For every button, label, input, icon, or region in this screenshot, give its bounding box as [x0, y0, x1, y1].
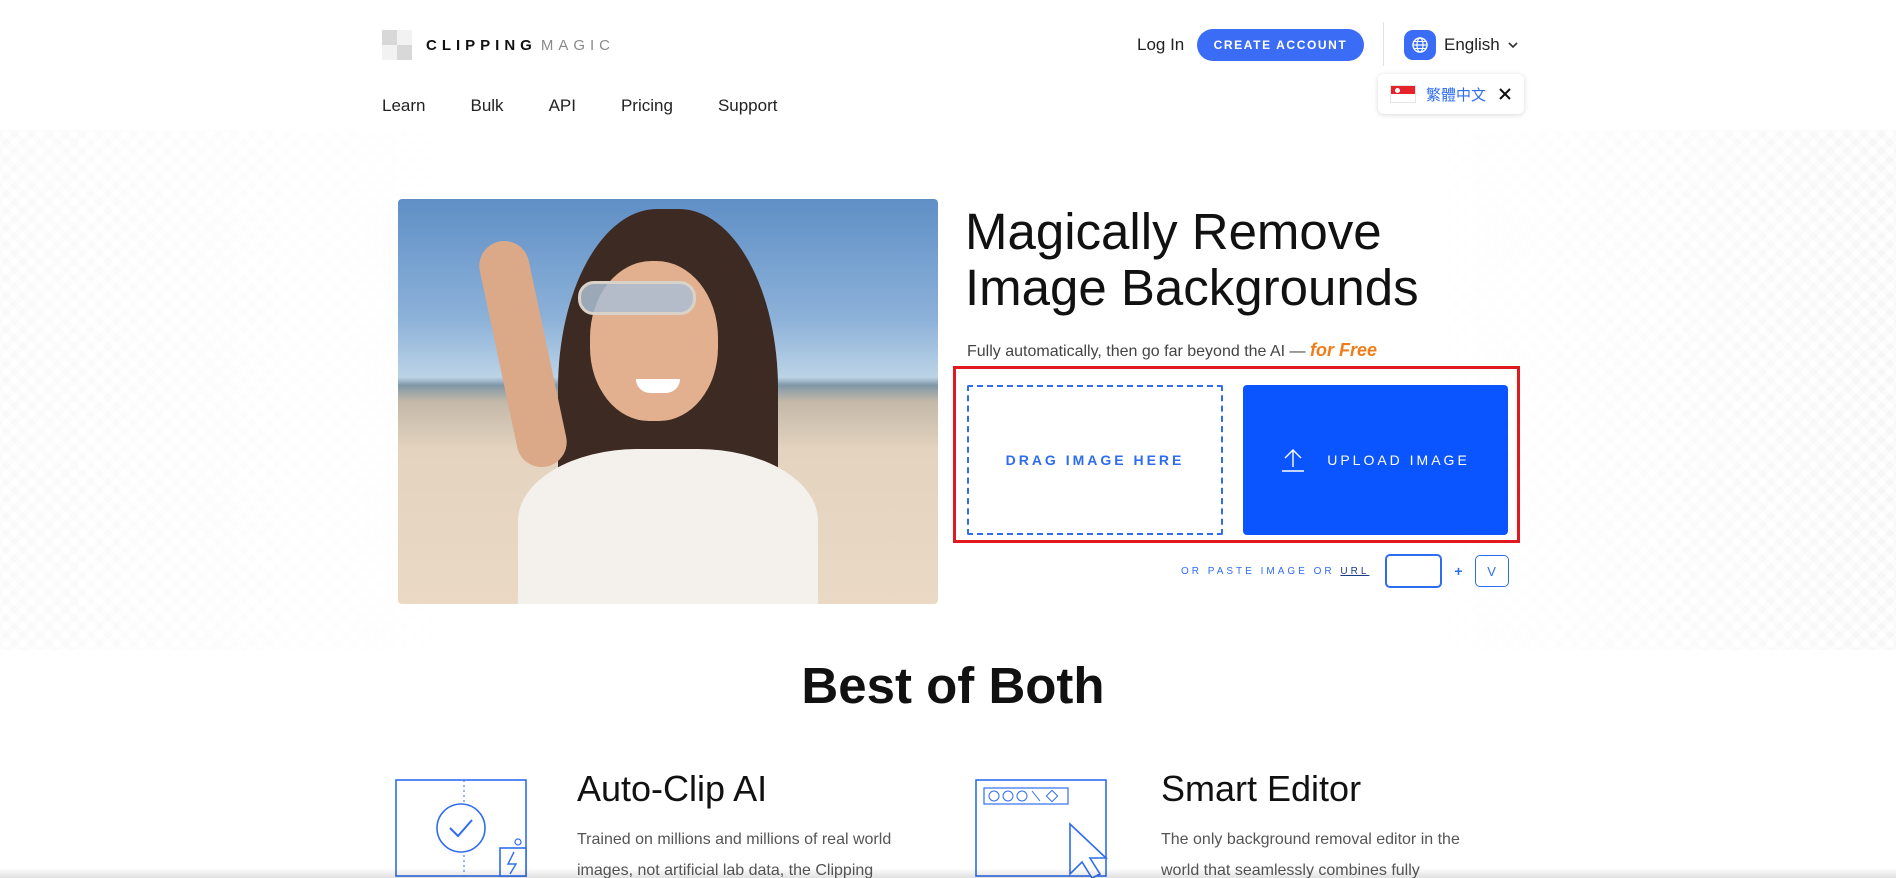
- language-selector[interactable]: English: [1404, 30, 1518, 60]
- hero-subtitle-emphasis: for Free: [1310, 340, 1378, 360]
- logo-text: CLIPPING MAGIC: [426, 37, 615, 54]
- section-title: Best of Both: [801, 657, 1105, 714]
- nav-item-pricing[interactable]: Pricing: [621, 96, 673, 116]
- nav-item-bulk[interactable]: Bulk: [470, 96, 503, 116]
- smart-editor-cursor-icon: [975, 779, 1109, 878]
- close-icon[interactable]: [1498, 87, 1512, 101]
- logo-word-magic: MAGIC: [540, 36, 616, 54]
- logo-mark-icon: [382, 30, 412, 60]
- chevron-down-icon: [1508, 42, 1518, 49]
- singapore-flag-icon: [1390, 85, 1416, 103]
- hero-photo: [398, 199, 938, 604]
- globe-icon: [1404, 30, 1436, 60]
- v-key: V: [1474, 555, 1509, 587]
- key-plus: +: [1454, 563, 1463, 579]
- logo-word-clipping: CLIPPING: [426, 36, 537, 54]
- header-divider: [1383, 22, 1384, 66]
- language-label: English: [1444, 35, 1500, 54]
- auto-clip-checkmark-icon: [395, 779, 527, 877]
- feature-title-smart-editor: Smart Editor: [1161, 768, 1362, 809]
- background-texture: [0, 130, 1896, 650]
- drag-image-dropzone[interactable]: DRAG IMAGE HERE: [967, 385, 1223, 535]
- hero-subtitle-text: Fully automatically, then go far beyond …: [967, 343, 1306, 360]
- nav-item-support[interactable]: Support: [718, 96, 778, 116]
- nav-item-learn[interactable]: Learn: [382, 96, 425, 116]
- upload-image-button[interactable]: UPLOAD IMAGE: [1243, 385, 1508, 535]
- language-suggestion-popup: 繁體中文: [1378, 74, 1524, 114]
- paste-hint-text: OR PASTE IMAGE OR URL: [1181, 566, 1369, 577]
- hero-subtitle: Fully automatically, then go far beyond …: [967, 340, 1377, 361]
- paste-hint: OR PASTE IMAGE OR URL + V: [1181, 554, 1509, 588]
- upload-arrow-icon: [1282, 449, 1305, 472]
- paste-url-link[interactable]: URL: [1340, 566, 1369, 577]
- main-nav: Learn Bulk API Pricing Support: [382, 96, 777, 116]
- paste-prefix: OR PASTE IMAGE OR: [1181, 565, 1335, 577]
- language-alt-link[interactable]: 繁體中文: [1426, 84, 1486, 105]
- hero-title: Magically Remove Image Backgrounds: [965, 203, 1419, 316]
- nav-item-api[interactable]: API: [549, 96, 576, 116]
- create-account-button[interactable]: CREATE ACCOUNT: [1197, 29, 1364, 61]
- feature-title-auto-clip: Auto-Clip AI: [577, 768, 768, 809]
- login-link[interactable]: Log In: [1137, 35, 1184, 55]
- logo[interactable]: CLIPPING MAGIC: [382, 30, 615, 60]
- bottom-shadow: [0, 868, 1896, 878]
- ctrl-key: [1385, 554, 1443, 588]
- upload-image-label: UPLOAD IMAGE: [1327, 452, 1470, 468]
- page: CLIPPING MAGIC Log In CREATE ACCOUNT Engl…: [0, 0, 1896, 878]
